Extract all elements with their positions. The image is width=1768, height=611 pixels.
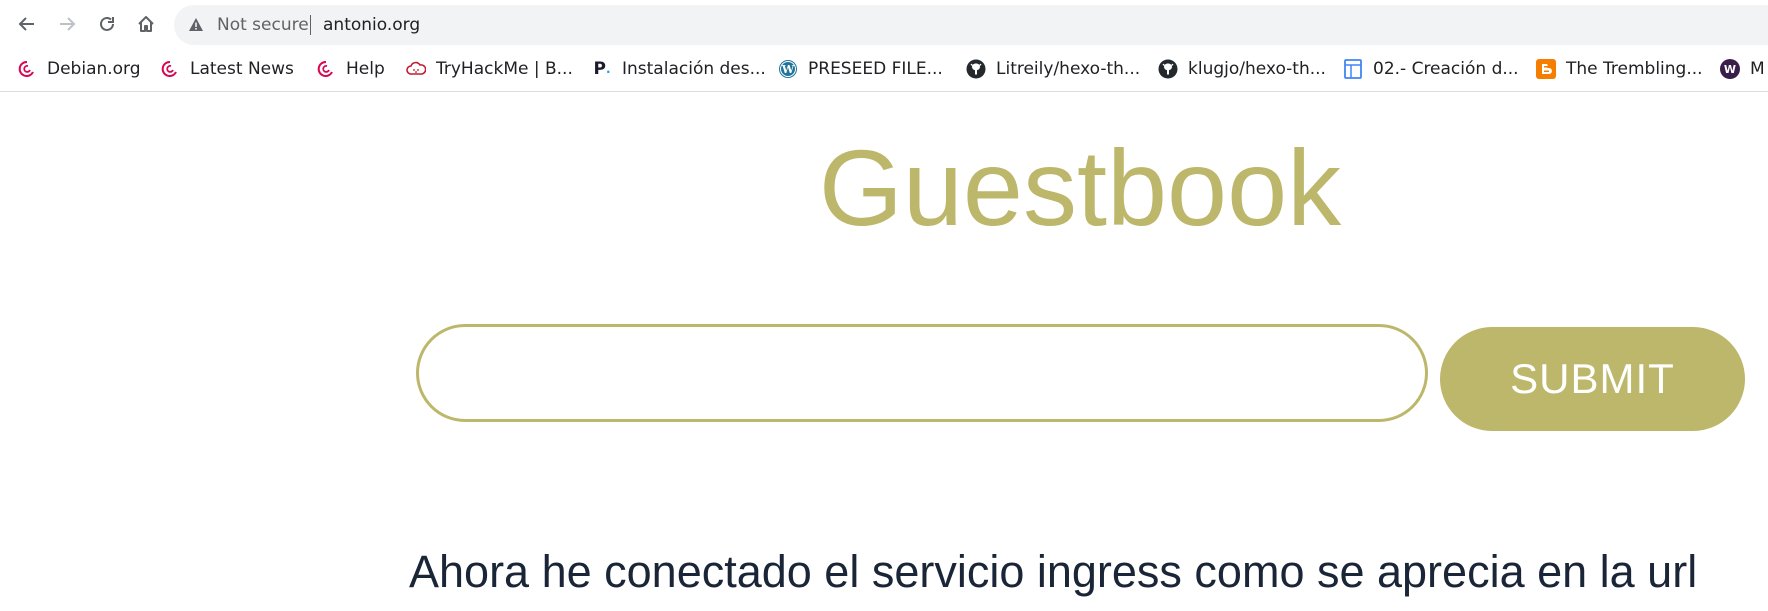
divider — [310, 15, 311, 35]
bookmark-label: Help — [346, 59, 385, 79]
bookmark-instalacion[interactable]: P. Instalación des... — [592, 57, 766, 81]
debian-icon — [17, 59, 37, 79]
debian-icon — [160, 59, 180, 79]
bookmark-label: Latest News — [190, 59, 294, 79]
bookmark-debian[interactable]: Debian.org — [17, 57, 141, 81]
bookmarks-bar: Debian.org Latest News Help TryHackMe | … — [0, 46, 1768, 92]
blogger-icon — [1536, 59, 1556, 79]
page-title: Guestbook — [818, 127, 1342, 248]
bookmark-trembling[interactable]: The Trembling... — [1536, 57, 1703, 81]
url-text[interactable]: antonio.org — [323, 15, 420, 35]
bookmark-m[interactable]: W M — [1720, 57, 1765, 81]
bookmark-litreily[interactable]: Litreily/hexo-th... — [966, 57, 1140, 81]
guestbook-message: Ahora he conectado el servicio ingress c… — [409, 546, 1698, 597]
w-circle-icon: W — [1720, 59, 1740, 79]
document-icon — [1343, 59, 1363, 79]
reload-icon — [100, 16, 114, 31]
bookmark-label: Litreily/hexo-th... — [996, 59, 1141, 79]
back-arrow-icon — [18, 17, 34, 31]
bookmark-klugjo[interactable]: klugjo/hexo-th... — [1158, 57, 1326, 81]
bookmark-label: 02.- Creación d... — [1373, 59, 1519, 79]
bookmark-label: PRESEED FILE... — [808, 59, 943, 79]
bookmark-latest-news[interactable]: Latest News — [160, 57, 294, 81]
bookmark-help[interactable]: Help — [316, 57, 385, 81]
bookmark-label: The Trembling... — [1566, 59, 1703, 79]
guestbook-entry-input[interactable] — [416, 324, 1428, 422]
forward-button[interactable] — [54, 11, 80, 37]
home-button[interactable] — [133, 11, 159, 37]
svg-text:W: W — [781, 63, 795, 76]
bookmark-preseed[interactable]: W PRESEED FILE... — [778, 57, 943, 81]
browser-toolbar: Not secure antonio.org — [0, 0, 1768, 46]
back-button[interactable] — [14, 11, 40, 37]
reload-button[interactable] — [94, 11, 120, 37]
svg-text:W: W — [1724, 63, 1736, 76]
bookmark-label: klugjo/hexo-th... — [1188, 59, 1326, 79]
home-icon — [138, 16, 154, 32]
bookmark-label: M — [1750, 59, 1765, 79]
bookmark-label: TryHackMe | B... — [436, 59, 573, 79]
bookmark-creacion[interactable]: 02.- Creación d... — [1343, 57, 1519, 81]
submit-button[interactable]: SUBMIT — [1440, 327, 1745, 431]
bookmark-label: Debian.org — [47, 59, 141, 79]
forward-arrow-icon — [60, 17, 76, 31]
warning-icon[interactable] — [188, 17, 204, 33]
wordpress-icon: W — [778, 59, 798, 79]
github-icon — [966, 59, 986, 79]
bookmark-label: Instalación des... — [622, 59, 766, 79]
p-logo-icon: P. — [593, 59, 611, 79]
github-icon — [1158, 59, 1178, 79]
address-bar[interactable]: Not secure antonio.org — [174, 5, 1768, 45]
security-status[interactable]: Not secure — [217, 15, 309, 35]
tryhackme-cloud-icon — [406, 59, 426, 79]
debian-icon — [316, 59, 336, 79]
bookmark-tryhackme[interactable]: TryHackMe | B... — [406, 57, 573, 81]
